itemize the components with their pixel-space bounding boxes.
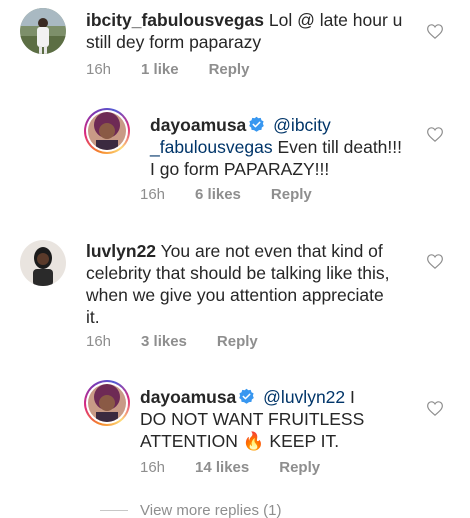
comment-text: dayoamusa @luvlyn22 I DO NOT WANT FRUITL… — [140, 386, 410, 452]
likes-count[interactable]: 1 like — [141, 61, 179, 78]
verified-badge-icon — [249, 116, 265, 132]
likes-count[interactable]: 6 likes — [195, 186, 241, 203]
comment-meta: 16h 1 like Reply — [86, 61, 279, 78]
mention-link[interactable]: @ibcity — [273, 115, 331, 135]
reply-button[interactable]: Reply — [209, 61, 250, 78]
likes-count[interactable]: 3 likes — [141, 333, 187, 350]
comment-text: dayoamusa @ibcity _fabulousvegas Even ti… — [150, 114, 420, 180]
comment-body-line: DO NOT WANT FRUITLESS — [140, 409, 365, 429]
reply-button[interactable]: Reply — [271, 186, 312, 203]
comment-body-line: celebrity that should be talking like th… — [86, 263, 390, 283]
timestamp: 16h — [140, 186, 166, 203]
comment-body-line: still dey form paparazy — [86, 32, 262, 52]
comment-text: ibcity_fabulousvegas Lol @ late hour u s… — [86, 9, 416, 53]
comment-body-line: I go form PAPARAZY!!! — [150, 159, 330, 179]
likes-count[interactable]: 14 likes — [195, 459, 249, 476]
comment-body-line: ATTENTION — [140, 431, 238, 451]
username[interactable]: dayoamusa — [140, 387, 236, 407]
comment-body-line: it. — [86, 307, 100, 327]
comment-meta: 16h 3 likes Reply — [86, 333, 288, 350]
heart-outline-icon[interactable] — [427, 24, 443, 39]
timestamp: 16h — [86, 61, 112, 78]
comment-text: luvlyn22 You are not even that kind of c… — [86, 240, 416, 328]
view-more-replies[interactable]: View more replies (1) — [100, 502, 281, 518]
reply-button[interactable]: Reply — [279, 459, 320, 476]
username[interactable]: dayoamusa — [150, 115, 246, 135]
heart-outline-icon[interactable] — [427, 401, 443, 416]
timestamp: 16h — [140, 459, 166, 476]
avatar[interactable] — [84, 380, 130, 426]
heart-outline-icon[interactable] — [427, 254, 443, 269]
verified-badge-icon — [239, 388, 255, 404]
comment-body-line: KEEP IT. — [269, 431, 340, 451]
timestamp: 16h — [86, 333, 112, 350]
heart-outline-icon[interactable] — [427, 127, 443, 142]
comment-body-line: Even till death!!! — [277, 137, 403, 157]
mention-link[interactable]: _fabulousvegas — [150, 137, 273, 157]
avatar[interactable] — [84, 108, 130, 154]
reply-button[interactable]: Reply — [217, 333, 258, 350]
mention-link[interactable]: @luvlyn22 — [263, 387, 345, 407]
comment-body-line: Lol @ late hour u — [268, 10, 403, 30]
username[interactable]: ibcity_fabulousvegas — [86, 10, 264, 30]
comment-body-line: You are not even that kind of — [160, 241, 383, 261]
view-more-replies-label: View more replies (1) — [140, 502, 282, 518]
comment-body-line: when we give you attention appreciate — [86, 285, 384, 305]
avatar[interactable] — [20, 240, 66, 286]
divider — [100, 510, 128, 511]
username[interactable]: luvlyn22 — [86, 241, 156, 261]
comment-meta: 16h 14 likes Reply — [140, 459, 350, 476]
comment-body-line: I — [350, 387, 355, 407]
fire-emoji-icon: 🔥 — [242, 431, 265, 451]
comment-meta: 16h 6 likes Reply — [140, 186, 342, 203]
avatar[interactable] — [20, 8, 66, 54]
